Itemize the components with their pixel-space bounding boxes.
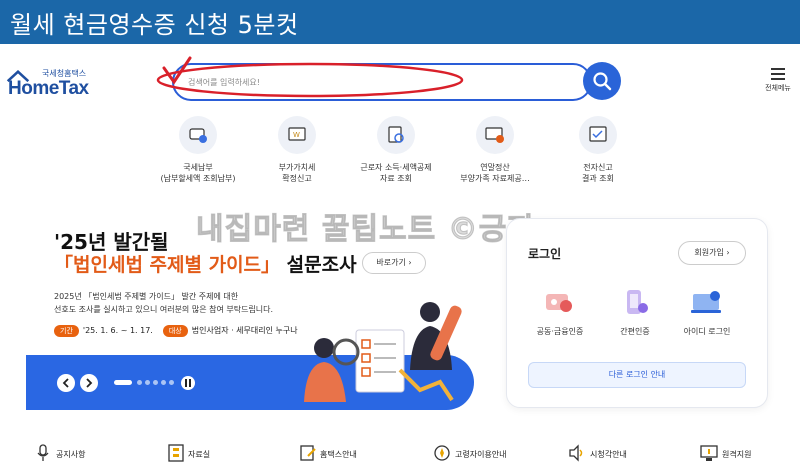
- slide-dot[interactable]: [161, 380, 166, 385]
- target-value: 법인사업자 · 세무대리인 누구나: [191, 326, 298, 335]
- bottom-nav-label: 홈택스안내: [320, 450, 357, 459]
- hometax-logo[interactable]: 국세청홈택스 HomeTax: [6, 68, 98, 102]
- quick-menu-worker-deduction[interactable]: 근로자 소득·세액공제자료 조회: [351, 116, 441, 184]
- survey-period-row: 기간 '25. 1. 6. ~ 1. 17. 대상 법인사업자 · 세무대리인 누구나: [54, 325, 298, 337]
- slide-dot[interactable]: [153, 380, 158, 385]
- other-login-guide-button[interactable]: 다른 로그인 안내: [528, 362, 746, 388]
- slide-prev-button[interactable]: [57, 374, 75, 392]
- slide-dot[interactable]: [145, 380, 150, 385]
- target-tag: 대상: [162, 325, 188, 337]
- survey-description: 2025년 「법인세법 주제별 가이드」 발간 주제에 대한 선호도 조사를 실…: [54, 290, 273, 316]
- microphone-icon: [37, 444, 49, 461]
- login-option-label: 공동·금융인증: [536, 327, 584, 336]
- quick-label-line2: 결과 조회: [582, 174, 614, 183]
- bottom-nav-label: 자료실: [188, 450, 211, 459]
- quick-label-line1: 국세납부: [183, 163, 213, 172]
- certificate-icon: [542, 288, 578, 318]
- quick-label-line1: 연말정산: [480, 163, 510, 172]
- chevron-right-icon: ›: [726, 248, 730, 257]
- slide-dot[interactable]: [137, 380, 142, 385]
- slide-dot[interactable]: [169, 380, 174, 385]
- login-option-simple[interactable]: 간편인증: [600, 288, 670, 337]
- quick-label-line1: 근로자 소득·세액공제: [360, 163, 432, 172]
- period-value: '25. 1. 6. ~ 1. 17.: [82, 326, 153, 335]
- login-option-label: 간편인증: [620, 327, 650, 336]
- survey-desc-line2: 선호도 조사를 실시하고 있으니 여러분의 많은 참여 부탁드립니다.: [54, 305, 274, 314]
- quick-menu-year-end[interactable]: 연말정산부양가족 자료제공…: [450, 116, 540, 184]
- period-tag: 기간: [54, 325, 79, 337]
- quick-label-line2: (납부할세액 조회납부): [160, 174, 236, 183]
- quick-label-line1: 전자신고: [583, 163, 613, 172]
- chevron-right-icon: ›: [408, 258, 412, 267]
- shortcut-button[interactable]: 바로가기 ›: [362, 252, 426, 274]
- slide-next-button[interactable]: [80, 374, 98, 392]
- year-end-settlement-icon: [476, 116, 514, 154]
- bottom-nav-label: 고령자이용안내: [455, 450, 507, 459]
- survey-title-line2: 「법인세법 주제별 가이드」 설문조사: [54, 250, 357, 277]
- login-option-label: 아이디 로그인: [683, 327, 731, 336]
- survey-illustration: [304, 302, 462, 402]
- shortcut-label: 바로가기: [376, 258, 406, 267]
- survey-title-highlight: 「법인세법 주제별 가이드」: [54, 254, 281, 276]
- archive-icon: [168, 444, 184, 462]
- full-menu-label: 전체메뉴: [765, 84, 791, 92]
- pause-icon: [185, 379, 191, 387]
- id-login-icon: [689, 288, 725, 318]
- quick-label-line2: 부양가족 자료제공…: [460, 174, 530, 183]
- worker-deduction-icon: [377, 116, 415, 154]
- banner-title: 월세 현금영수증 신청 5분컷: [10, 11, 299, 39]
- quick-menu-vat-report[interactable]: W 부가가치세확정신고: [252, 116, 342, 184]
- bottom-nav-label: 시청각안내: [590, 450, 627, 459]
- chevron-left-icon: [62, 378, 69, 388]
- bottom-nav-label: 공지사항: [56, 450, 86, 459]
- signup-button[interactable]: 회원가입 ›: [678, 241, 746, 265]
- simple-auth-icon: [617, 288, 653, 318]
- quick-label-line2: 확정신고: [282, 174, 312, 183]
- remote-support-icon: [700, 445, 718, 461]
- search-icon: [593, 72, 612, 91]
- survey-desc-line1: 2025년 「법인세법 주제별 가이드」 발간 주제에 대한: [54, 292, 239, 301]
- hamburger-icon: [771, 68, 785, 80]
- search-button[interactable]: [583, 62, 621, 100]
- slide-dot-active[interactable]: [114, 380, 132, 385]
- signup-label: 회원가입: [694, 248, 724, 257]
- audio-visual-icon: [569, 444, 583, 462]
- bottom-nav-label: 원격지원: [722, 450, 752, 459]
- login-option-id[interactable]: 아이디 로그인: [672, 288, 742, 337]
- quick-label-line1: 부가가치세: [278, 163, 316, 172]
- slide-pause-button[interactable]: [181, 376, 195, 390]
- quick-menu-e-filing[interactable]: 전자신고결과 조회: [553, 116, 643, 184]
- watermark-text: 내집마련 꿀팁노트 ©긍자: [196, 212, 536, 248]
- vat-report-icon: W: [278, 116, 316, 154]
- logo-title: HomeTax: [8, 78, 89, 99]
- full-menu-button[interactable]: 전체메뉴: [760, 68, 796, 98]
- title-banner: 월세 현금영수증 신청 5분컷: [0, 0, 800, 44]
- survey-title-rest: 설문조사: [280, 254, 357, 276]
- login-title: 로그인: [528, 247, 562, 261]
- quick-label-line2: 자료 조회: [380, 174, 412, 183]
- login-option-certificate[interactable]: 공동·금융인증: [525, 288, 595, 337]
- e-filing-result-icon: [579, 116, 617, 154]
- guide-icon: [300, 445, 316, 461]
- chevron-right-icon: [86, 378, 93, 388]
- elderly-guide-icon: [434, 445, 450, 461]
- red-annotation-ellipse: [156, 56, 464, 98]
- tax-payment-icon: [179, 116, 217, 154]
- quick-menu-tax-payment[interactable]: 국세납부 (납부할세액 조회납부): [153, 116, 243, 184]
- svg-text:W: W: [293, 131, 300, 139]
